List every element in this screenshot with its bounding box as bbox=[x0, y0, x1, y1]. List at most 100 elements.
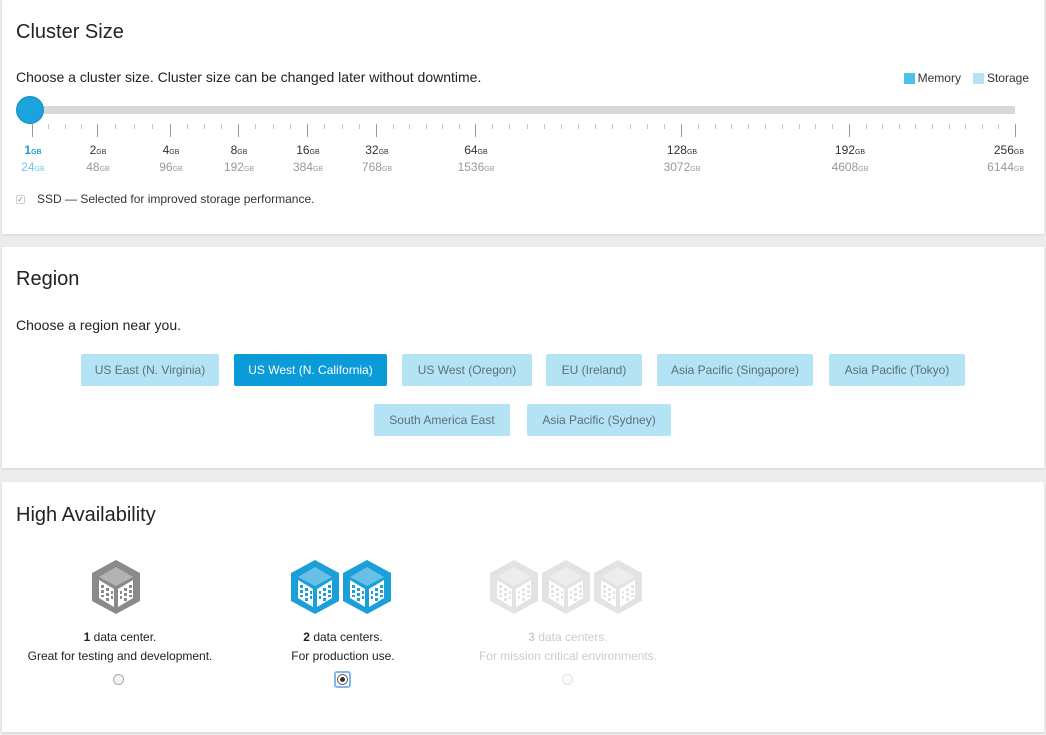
slider-minor-tick bbox=[630, 124, 631, 129]
slider-tick-label: 128GB 3072GB bbox=[663, 143, 701, 174]
slider-minor-tick bbox=[748, 124, 749, 129]
slider-tick-label: 256GB 6144GB bbox=[987, 143, 1024, 174]
region-description: Choose a region near you. bbox=[16, 317, 181, 333]
ha-radio-1[interactable] bbox=[113, 674, 124, 685]
ha-count-2: 2 bbox=[303, 630, 310, 644]
slider-minor-tick bbox=[561, 124, 562, 129]
storage-swatch bbox=[972, 72, 984, 84]
slider-minor-tick bbox=[915, 124, 916, 129]
slider-minor-tick bbox=[612, 124, 613, 129]
region-us-west-oregon-button[interactable]: US West (Oregon) bbox=[402, 354, 532, 386]
region-eu-ireland-button[interactable]: EU (Ireland) bbox=[546, 354, 642, 386]
cluster-size-slider-track[interactable] bbox=[32, 106, 1015, 114]
ssd-option: ✓ SSD — Selected for improved storage pe… bbox=[16, 192, 314, 206]
slider-minor-tick bbox=[698, 124, 699, 129]
slider-minor-tick bbox=[949, 124, 950, 129]
slider-minor-tick bbox=[982, 124, 983, 129]
slider-minor-tick bbox=[152, 124, 153, 129]
slider-minor-tick bbox=[359, 124, 360, 129]
slider-minor-tick bbox=[799, 124, 800, 129]
slider-minor-tick bbox=[731, 124, 732, 129]
memory-legend-label: Memory bbox=[917, 71, 961, 85]
ha-radio-2[interactable] bbox=[337, 674, 348, 685]
slider-minor-tick bbox=[459, 124, 460, 129]
region-title: Region bbox=[16, 268, 80, 290]
region-us-west-ncal-button[interactable]: US West (N. California) bbox=[234, 354, 387, 386]
slider-minor-tick bbox=[832, 124, 833, 129]
ha-count-label-1: data center. bbox=[93, 630, 157, 644]
ssd-checkbox[interactable]: ✓ bbox=[16, 194, 25, 204]
slider-minor-tick bbox=[221, 124, 222, 129]
slider-tick-label: 16GB 384GB bbox=[292, 143, 324, 174]
cluster-size-legend: Memory Storage bbox=[903, 71, 1029, 85]
slider-minor-tick bbox=[578, 124, 579, 129]
slider-major-tick bbox=[1015, 124, 1016, 137]
slider-minor-tick bbox=[544, 124, 545, 129]
region-sa-east-button[interactable]: South America East bbox=[374, 404, 510, 436]
slider-minor-tick bbox=[715, 124, 716, 129]
slider-minor-tick bbox=[965, 124, 966, 129]
datacenter-icon-3 bbox=[490, 560, 642, 614]
slider-minor-tick bbox=[782, 124, 783, 129]
slider-minor-tick bbox=[442, 124, 443, 129]
cluster-size-description: Choose a cluster size. Cluster size can … bbox=[16, 69, 482, 85]
slider-major-tick bbox=[97, 124, 98, 137]
slider-minor-tick bbox=[899, 124, 900, 129]
memory-swatch bbox=[903, 72, 915, 84]
region-ap-singapore-button[interactable]: Asia Pacific (Singapore) bbox=[657, 354, 813, 386]
slider-minor-tick bbox=[204, 124, 205, 129]
cluster-size-title: Cluster Size bbox=[16, 21, 124, 43]
slider-major-tick bbox=[475, 124, 476, 137]
slider-tick-label: 8GB 192GB bbox=[223, 143, 255, 174]
ha-option-1[interactable]: 1 data center. Great for testing and dev… bbox=[2, 628, 238, 666]
slider-tick-label: 4GB 96GB bbox=[159, 143, 183, 174]
high-availability-panel: High Availability 1 data center. Great f… bbox=[2, 482, 1044, 732]
ha-count-label-2: data centers. bbox=[313, 630, 383, 644]
slider-minor-tick bbox=[409, 124, 410, 129]
cluster-size-slider-thumb[interactable] bbox=[16, 96, 44, 124]
slider-minor-tick bbox=[509, 124, 510, 129]
ha-option-2[interactable]: 2 data centers. For production use. bbox=[243, 628, 443, 666]
slider-minor-tick bbox=[273, 124, 274, 129]
slider-minor-tick bbox=[393, 124, 394, 129]
ha-option-3: 3 data centers. For mission critical env… bbox=[448, 628, 688, 666]
ssd-label: SSD — Selected for improved storage perf… bbox=[37, 192, 315, 206]
ha-count-1: 1 bbox=[83, 630, 91, 644]
storage-legend-label: Storage bbox=[986, 71, 1029, 85]
slider-minor-tick bbox=[426, 124, 427, 129]
region-us-east-button[interactable]: US East (N. Virginia) bbox=[81, 354, 219, 386]
datacenter-icon-2 bbox=[291, 560, 391, 614]
slider-minor-tick bbox=[647, 124, 648, 129]
slider-minor-tick bbox=[765, 124, 766, 129]
slider-minor-tick bbox=[932, 124, 933, 129]
ha-description-2: For production use. bbox=[291, 649, 395, 663]
ha-description-1: Great for testing and development. bbox=[27, 649, 213, 663]
slider-minor-tick bbox=[290, 124, 291, 129]
ha-description-3: For mission critical environments. bbox=[478, 649, 658, 663]
slider-major-tick bbox=[307, 124, 308, 137]
slider-minor-tick bbox=[882, 124, 883, 129]
slider-minor-tick bbox=[48, 124, 49, 129]
slider-major-tick bbox=[238, 124, 239, 137]
slider-minor-tick bbox=[81, 124, 82, 129]
slider-minor-tick bbox=[134, 124, 135, 129]
region-ap-sydney-button[interactable]: Asia Pacific (Sydney) bbox=[527, 404, 671, 436]
slider-minor-tick bbox=[866, 124, 867, 129]
cluster-size-panel: Cluster Size Choose a cluster size. Clus… bbox=[2, 0, 1044, 234]
slider-minor-tick bbox=[255, 124, 256, 129]
slider-minor-tick bbox=[115, 124, 116, 129]
ha-count-3: 3 bbox=[528, 630, 535, 644]
region-panel: Region Choose a region near you. US East… bbox=[2, 247, 1044, 468]
slider-major-tick bbox=[849, 124, 850, 137]
region-ap-tokyo-button[interactable]: Asia Pacific (Tokyo) bbox=[829, 354, 965, 386]
slider-tick-label: 192GB 4608GB bbox=[831, 143, 869, 174]
slider-tick-label: 2GB 48GB bbox=[86, 143, 110, 174]
slider-minor-tick bbox=[324, 124, 325, 129]
slider-major-tick bbox=[32, 124, 33, 137]
slider-tick-label: 32GB 768GB bbox=[361, 143, 393, 174]
slider-minor-tick bbox=[342, 124, 343, 129]
slider-minor-tick bbox=[492, 124, 493, 129]
slider-minor-tick bbox=[527, 124, 528, 129]
slider-tick-label: 1GB 24GB bbox=[21, 143, 45, 174]
slider-major-tick bbox=[376, 124, 377, 137]
